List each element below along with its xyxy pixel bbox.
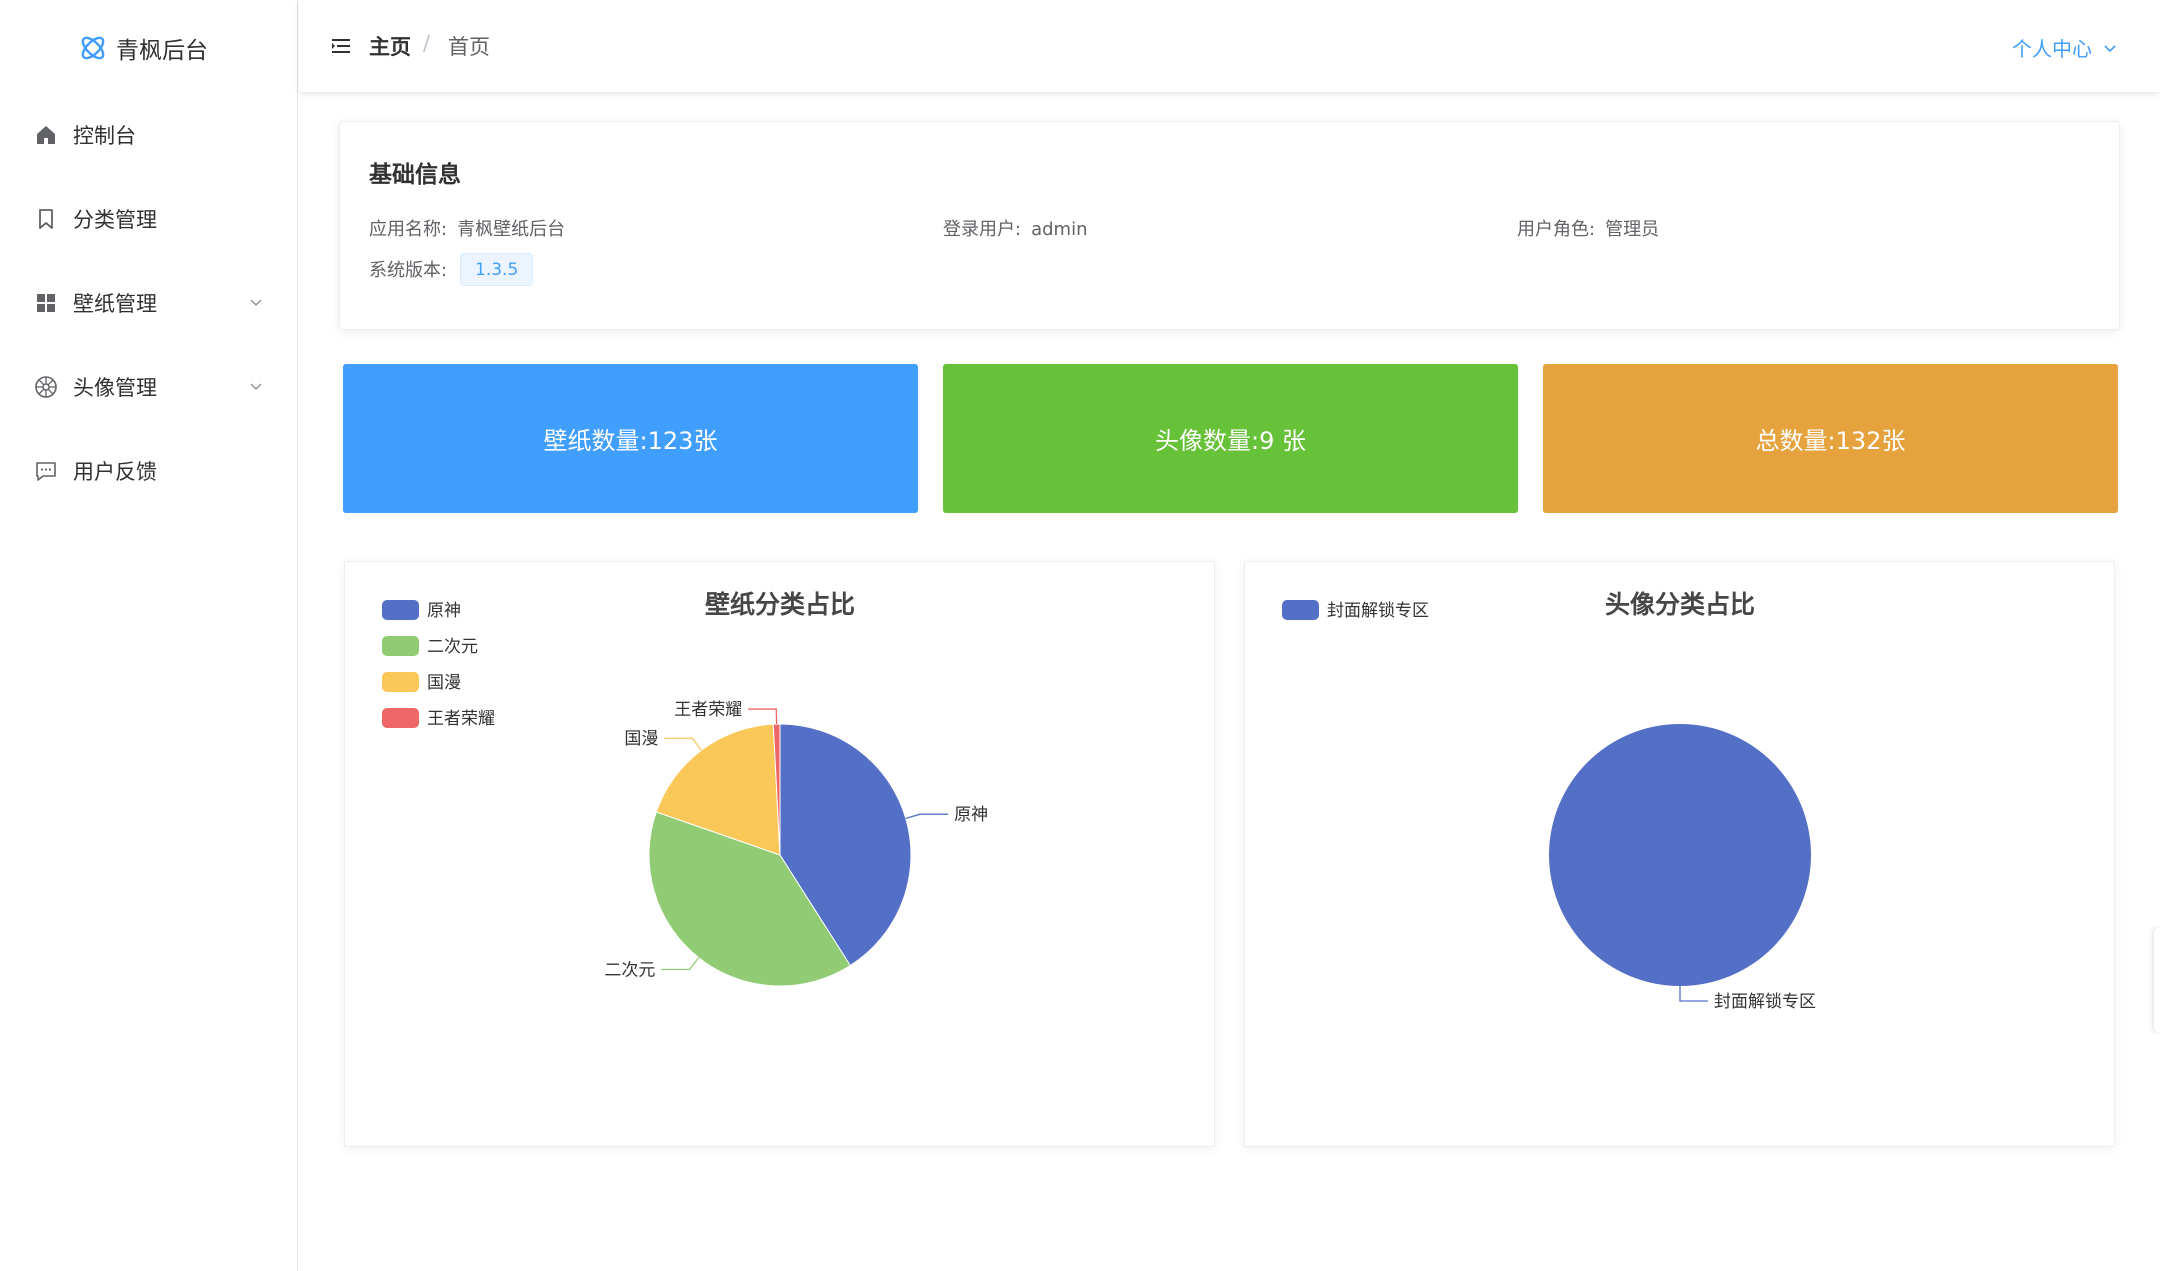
stat-text: 总数量:132张 — [1755, 427, 1906, 455]
chart-title: 壁纸分类占比 — [705, 590, 855, 619]
sidebar-item-feedback[interactable]: 用户反馈 — [0, 441, 298, 501]
label-line — [748, 708, 778, 725]
app-title: 青枫后台 — [116, 38, 208, 64]
stat-text: 头像数量:9 张 — [1155, 427, 1306, 455]
app-name-field: 应用名称: 青枫壁纸后台 — [369, 215, 565, 241]
chat-icon — [36, 462, 56, 481]
legend-swatch — [382, 708, 419, 728]
field-value: admin — [1031, 219, 1088, 240]
wallpaper-pie-chart: 壁纸分类占比原神二次元国漫王者荣耀原神二次元国漫王者荣耀 — [382, 590, 988, 987]
home-icon — [37, 126, 55, 144]
wallpaper-count-card: 壁纸数量:123张 — [343, 364, 918, 513]
legend-label: 二次元 — [427, 637, 478, 657]
sidebar-item-label: 头像管理 — [73, 376, 157, 400]
legend-label: 王者荣耀 — [427, 709, 495, 729]
legend-label: 国漫 — [427, 673, 461, 693]
aperture-icon — [35, 376, 57, 398]
slice-label: 封面解锁专区 — [1714, 992, 1816, 1012]
menu-fold-icon[interactable] — [332, 38, 350, 54]
total-count-card: 总数量:132张 — [1543, 364, 2118, 513]
field-label: 系统版本: — [369, 260, 448, 281]
field-value: 管理员 — [1605, 219, 1660, 240]
login-user-field: 登录用户: admin — [943, 215, 1087, 241]
sidebar-item-label: 用户反馈 — [73, 460, 157, 484]
slice-label: 二次元 — [604, 960, 655, 980]
sidebar-item-dashboard[interactable]: 控制台 — [0, 105, 298, 165]
avatar-pie-chart: 头像分类占比封面解锁专区封面解锁专区 — [1282, 590, 1816, 1012]
chevron-down-icon — [250, 383, 262, 391]
sidebar-item-avatar[interactable]: 头像管理 — [0, 357, 298, 417]
sidebar-item-label: 壁纸管理 — [73, 292, 157, 316]
label-line — [664, 737, 702, 751]
legend-swatch — [382, 672, 419, 692]
pie-slice — [1549, 724, 1811, 986]
field-value: 青枫壁纸后台 — [457, 219, 566, 240]
breadcrumb-home[interactable]: 主页 — [369, 31, 411, 61]
bookmark-icon — [39, 209, 53, 229]
legend-swatch — [382, 600, 419, 620]
sidebar-item-wallpaper[interactable]: 壁纸管理 — [0, 273, 298, 333]
field-label: 应用名称: — [369, 219, 448, 240]
avatar-count-card: 头像数量:9 张 — [943, 364, 1518, 513]
legend-swatch — [382, 636, 419, 656]
basic-info-card: 基础信息 应用名称: 青枫壁纸后台 登录用户: admin 用户角色: 管理员 系统版… — [339, 121, 2120, 330]
slice-label: 国漫 — [624, 729, 658, 749]
legend-label: 封面解锁专区 — [1327, 601, 1429, 621]
label-line — [905, 813, 949, 820]
breadcrumb-current: 首页 — [448, 35, 490, 59]
sidebar-item-label: 分类管理 — [73, 208, 157, 232]
slice-label: 原神 — [954, 805, 988, 825]
slice-label: 王者荣耀 — [674, 700, 742, 720]
field-label: 登录用户: — [943, 219, 1022, 240]
side-drawer-handle[interactable] — [2154, 928, 2160, 1032]
user-role-field: 用户角色: 管理员 — [1517, 215, 1659, 241]
breadcrumb-separator: / — [423, 31, 431, 55]
version-tag: 1.3.5 — [460, 253, 534, 286]
legend-label: 原神 — [427, 601, 461, 621]
legend-swatch — [1282, 600, 1319, 620]
app-logo[interactable]: 青枫后台 — [78, 28, 208, 68]
field-label: 用户角色: — [1517, 219, 1596, 240]
wallpaper-pie-card: 壁纸分类占比 原神 二次元 国漫 王者荣耀 原神 二次元 国漫 王者荣耀 — [344, 561, 1215, 1147]
grid-icon — [37, 294, 55, 312]
user-center-dropdown[interactable]: 个人中心 — [2012, 33, 2118, 62]
sidebar-item-category[interactable]: 分类管理 — [0, 189, 298, 249]
logo-icon — [81, 36, 105, 60]
chevron-down-icon — [2104, 44, 2116, 52]
label-line — [661, 957, 700, 971]
sidebar: 青枫后台 控制台 分类管理 壁纸管理 头像管理 用户反馈 — [0, 0, 298, 1271]
chart-title: 头像分类占比 — [1605, 590, 1755, 619]
chevron-down-icon — [250, 299, 262, 307]
avatar-pie-card: 头像分类占比 封面解锁专区 封面解锁专区 — [1244, 561, 2115, 1147]
label-line — [1679, 986, 1708, 1002]
sidebar-item-label: 控制台 — [73, 124, 136, 148]
user-center-label: 个人中心 — [2012, 37, 2092, 61]
card-title: 基础信息 — [369, 162, 461, 188]
version-field: 系统版本: — [369, 256, 447, 282]
top-header: 主页 / 首页 个人中心 — [299, 0, 2160, 92]
stat-text: 壁纸数量:123张 — [543, 427, 718, 455]
